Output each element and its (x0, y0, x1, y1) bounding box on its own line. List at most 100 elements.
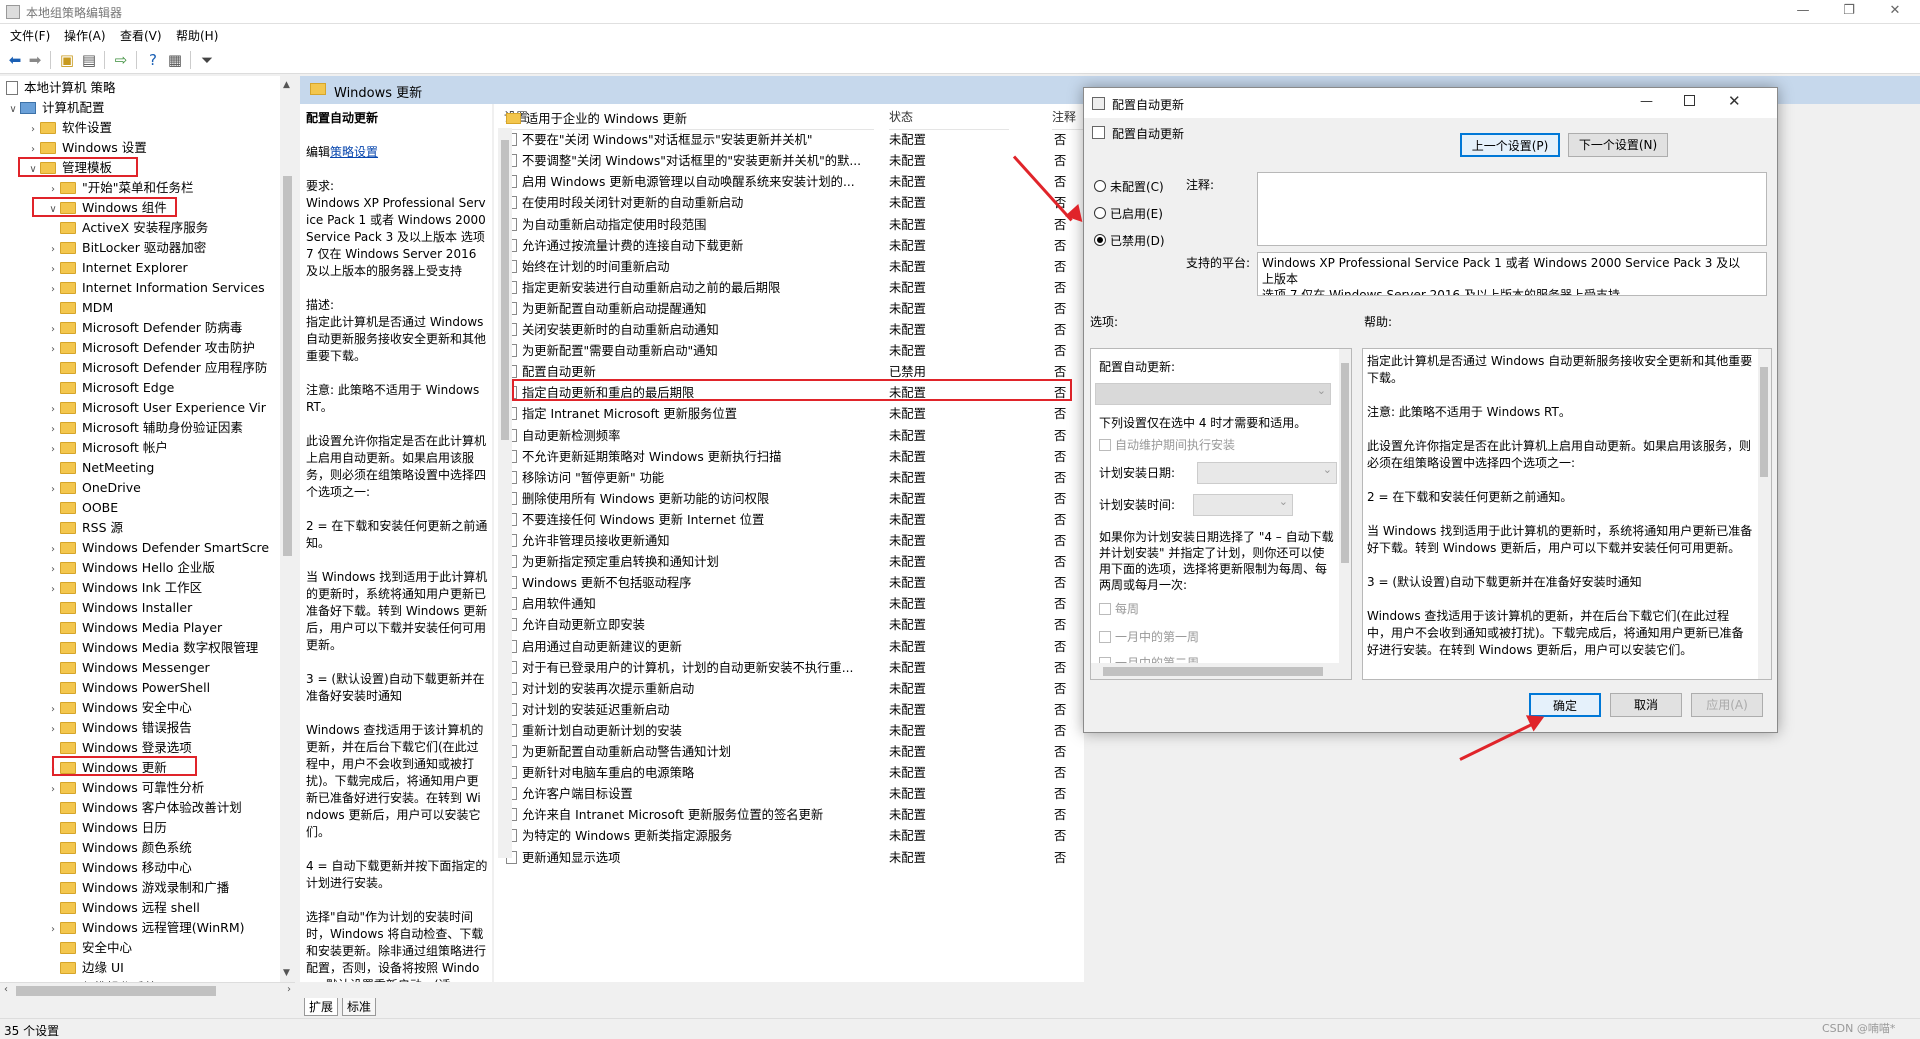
policy-row[interactable]: 关闭安装更新时的自动重新启动通知 未配置 否 (506, 320, 1066, 341)
schedule-time-dropdown[interactable] (1193, 494, 1293, 516)
tree-item[interactable]: › OneDrive (46, 478, 141, 498)
close-icon[interactable]: ✕ (1728, 92, 1741, 110)
tree-item[interactable]: › BitLocker 驱动器加密 (46, 238, 206, 258)
tree-item[interactable]: Windows 远程 shell (46, 898, 200, 918)
forward-icon[interactable]: ➡ (26, 51, 44, 69)
policy-row[interactable]: 重新计划自动更新计划的安装 未配置 否 (506, 721, 1066, 742)
tree-item[interactable]: Windows 移动中心 (46, 858, 192, 878)
tree-item[interactable]: › Windows Ink 工作区 (46, 578, 202, 598)
tree-root[interactable]: 本地计算机 策略 (6, 78, 115, 98)
filter-icon[interactable]: ⏷ (198, 51, 216, 69)
policy-row[interactable]: 移除访问 "暂停更新" 功能 未配置 否 (506, 468, 1066, 489)
policy-row[interactable]: 允许客户端目标设置 未配置 否 (506, 784, 1066, 805)
tree-item[interactable]: › Internet Information Services (46, 278, 265, 298)
policy-row[interactable]: 更新通知显示选项 未配置 否 (506, 848, 1066, 869)
chevron-right-icon[interactable]: › (46, 780, 60, 800)
policy-row[interactable]: 不要连接任何 Windows 更新 Internet 位置 未配置 否 (506, 510, 1066, 531)
tree-item[interactable]: Windows 日历 (46, 818, 167, 838)
policy-row[interactable]: 允许通过按流量计费的连接自动下载更新 未配置 否 (506, 236, 1066, 257)
checkbox[interactable] (1099, 631, 1111, 643)
minimize-button[interactable]: — (1780, 0, 1826, 24)
policy-row[interactable]: 启用 Windows 更新电源管理以自动唤醒系统来安装计划的... 未配置 否 (506, 172, 1066, 193)
tree-horizontal-scrollbar[interactable]: ‹ › (0, 982, 295, 999)
maximize-icon[interactable] (1684, 95, 1695, 106)
comment-textarea[interactable] (1257, 172, 1767, 246)
tree-item[interactable]: Windows 客户体验改善计划 (46, 798, 242, 818)
up-folder-icon[interactable]: ▣ (58, 51, 76, 69)
policy-row[interactable]: 删除使用所有 Windows 更新功能的访问权限 未配置 否 (506, 489, 1066, 510)
maintenance-install-option[interactable]: 自动维护期间执行安装 (1099, 437, 1235, 453)
tree-item[interactable]: Microsoft Defender 应用程序防 (46, 358, 267, 378)
chevron-down-icon[interactable]: ∨ (6, 100, 20, 120)
tree-item[interactable]: Windows 颜色系统 (46, 838, 192, 858)
tree-item[interactable]: Windows Installer (46, 598, 192, 618)
list-folder[interactable]: 适用于企业的 Windows 更新 (506, 109, 1066, 130)
scroll-thumb[interactable] (16, 986, 216, 996)
tree-scrollbar[interactable]: ▲ ▼ (280, 76, 295, 982)
tree-item[interactable]: › Windows Defender SmartScre (46, 538, 269, 558)
policy-row[interactable]: 指定更新安装进行自动重新启动之前的最后期限 未配置 否 (506, 278, 1066, 299)
close-button[interactable]: ✕ (1872, 0, 1918, 24)
first-week-option[interactable]: 一月中的第一周 (1099, 629, 1199, 645)
chevron-right-icon[interactable]: › (46, 700, 60, 720)
radio-enabled[interactable] (1094, 207, 1106, 219)
policy-row[interactable]: 允许自动更新立即安装 未配置 否 (506, 615, 1066, 636)
options-scrollbar[interactable] (1339, 349, 1351, 663)
policy-row[interactable]: 允许非管理员接收更新通知 未配置 否 (506, 531, 1066, 552)
tree-item[interactable]: › Windows 错误报告 (46, 718, 192, 738)
tree-item[interactable]: Windows 登录选项 (46, 738, 192, 758)
tree-item[interactable]: › Windows 可靠性分析 (46, 778, 204, 798)
tree-item[interactable]: Windows 游戏录制和广播 (46, 878, 229, 898)
tree-item[interactable]: 安全中心 (46, 938, 132, 958)
schedule-day-dropdown[interactable] (1197, 462, 1337, 484)
tree-item[interactable]: › Microsoft User Experience Vir (46, 398, 266, 418)
tree-item[interactable]: › Internet Explorer (46, 258, 188, 278)
scroll-thumb[interactable] (283, 176, 292, 556)
policy-row[interactable]: 对计划的安装再次提示重新启动 未配置 否 (506, 679, 1066, 700)
tab-standard[interactable]: 标准 (342, 998, 377, 1016)
tree-windows-settings[interactable]: › Windows 设置 (26, 138, 147, 158)
policy-row[interactable]: 为更新配置"需要自动重新启动"通知 未配置 否 (506, 341, 1066, 362)
chevron-right-icon[interactable]: › (46, 440, 60, 460)
tree-software-settings[interactable]: › 软件设置 (26, 118, 112, 138)
tree-start-menu[interactable]: › "开始"菜单和任务栏 (46, 178, 194, 198)
tree-item[interactable]: NetMeeting (46, 458, 154, 478)
chevron-right-icon[interactable]: › (26, 120, 40, 140)
tree-item[interactable]: Windows Media 数字权限管理 (46, 638, 258, 658)
maximize-button[interactable]: ❐ (1826, 0, 1872, 24)
policy-row[interactable]: 允许来自 Intranet Microsoft 更新服务位置的签名更新 未配置 否 (506, 805, 1066, 826)
tree-computer-config[interactable]: ∨ 计算机配置 (6, 98, 104, 120)
export-list-icon[interactable]: ⇨ (112, 51, 130, 69)
chevron-right-icon[interactable]: › (46, 560, 60, 580)
help-scrollbar[interactable] (1758, 349, 1771, 679)
chevron-right-icon[interactable]: › (46, 920, 60, 940)
tree-item[interactable]: 边缘 UI (46, 958, 124, 978)
show-tree-icon[interactable]: ▤ (80, 51, 98, 69)
every-week-option[interactable]: 每周 (1099, 601, 1139, 617)
tree-item[interactable]: Windows PowerShell (46, 678, 210, 698)
radio-disabled[interactable] (1094, 234, 1106, 246)
scroll-thumb[interactable] (1103, 667, 1323, 676)
configure-dropdown[interactable] (1095, 383, 1331, 405)
chevron-right-icon[interactable]: › (46, 420, 60, 440)
tree-item[interactable]: Windows Media Player (46, 618, 222, 638)
tree-item[interactable]: › Microsoft Defender 防病毒 (46, 318, 242, 338)
tree-item[interactable]: MDM (46, 298, 113, 318)
policy-row[interactable]: 为更新配置自动重新启动提醒通知 未配置 否 (506, 299, 1066, 320)
tree-item[interactable]: RSS 源 (46, 518, 123, 538)
cancel-button[interactable]: 取消 (1610, 693, 1682, 717)
tree-item[interactable]: OOBE (46, 498, 118, 518)
next-setting-button[interactable]: 下一个设置(N) (1568, 133, 1668, 157)
scroll-thumb[interactable] (1341, 363, 1349, 563)
tree-item[interactable]: ActiveX 安装程序服务 (46, 218, 208, 238)
policy-row[interactable]: 不允许更新延期策略对 Windows 更新执行扫描 未配置 否 (506, 447, 1066, 468)
edit-policy-link[interactable]: 策略设置 (330, 145, 378, 159)
chevron-right-icon[interactable]: › (46, 480, 60, 500)
policy-row[interactable]: 启用通过自动更新建议的更新 未配置 否 (506, 637, 1066, 658)
policy-row[interactable]: 始终在计划的时间重新启动 未配置 否 (506, 257, 1066, 278)
apply-button[interactable]: 应用(A) (1691, 693, 1763, 717)
chevron-right-icon[interactable]: › (46, 280, 60, 300)
chevron-right-icon[interactable]: › (46, 260, 60, 280)
policy-row[interactable]: 在使用时段关闭针对更新的自动重新启动 未配置否 (506, 193, 1066, 214)
policy-row[interactable]: Windows 更新不包括驱动程序 未配置 否 (506, 573, 1066, 594)
